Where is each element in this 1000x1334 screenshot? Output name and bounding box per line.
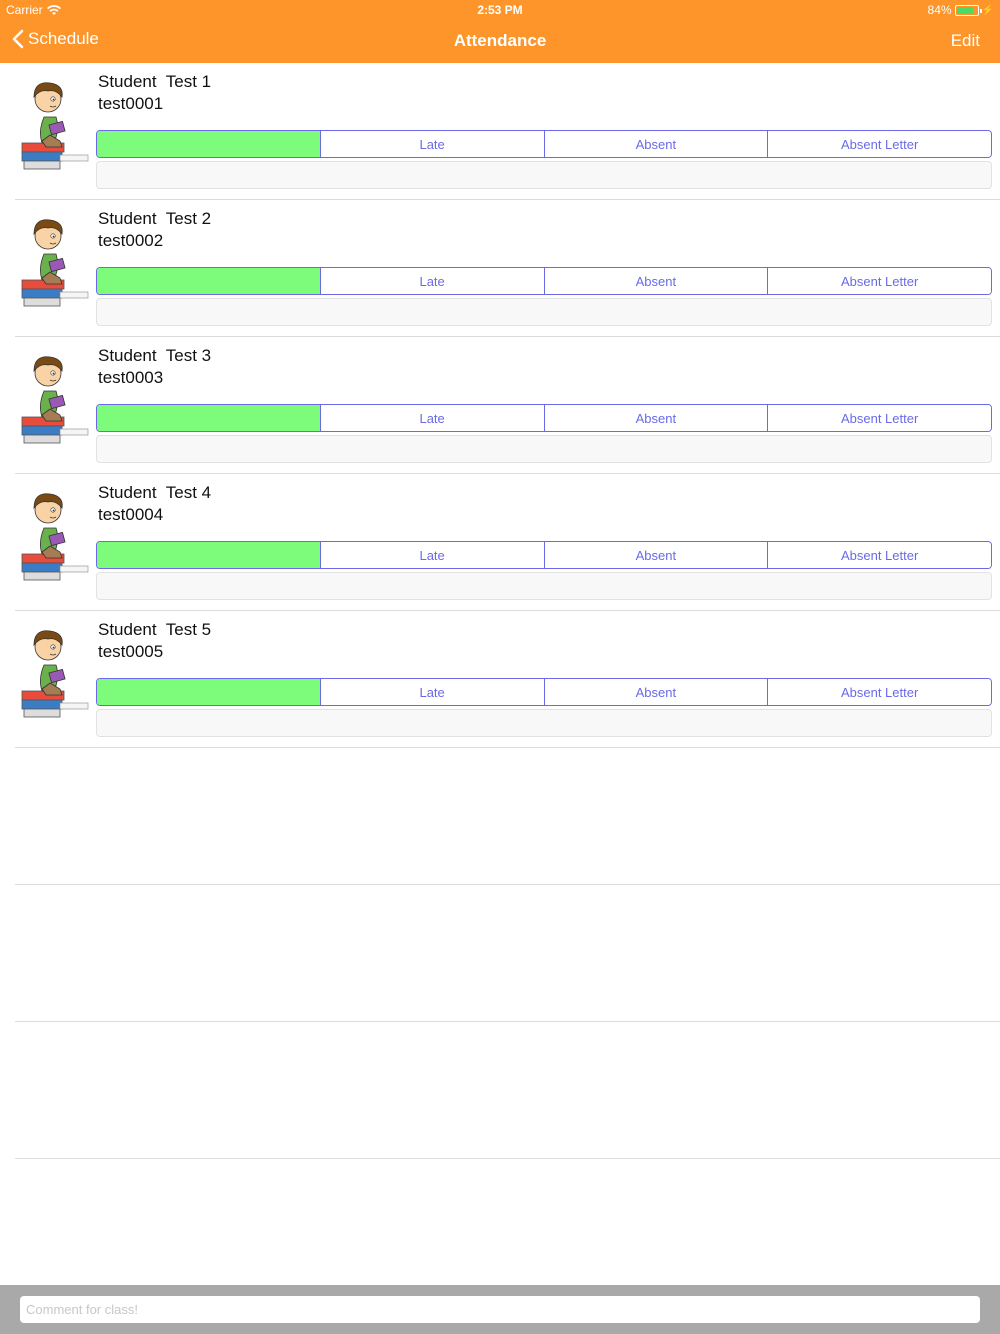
segment-late[interactable]: Late [320,131,545,157]
student-id: test0002 [98,231,164,250]
attendance-segmented-control: Late Absent Absent Letter [96,404,992,432]
segment-late[interactable]: Late [320,542,545,568]
segment-absent[interactable]: Absent [544,679,769,705]
page-title: Attendance [453,31,547,50]
attendance-segmented-control: Late Absent Absent Letter [96,130,992,158]
battery-status: 84% ⚡ [928,3,994,17]
student-avatar-icon [21,630,89,718]
segment-absent-letter[interactable]: Absent Letter [768,542,991,568]
segment-present[interactable] [97,268,321,294]
student-row: Student Test 5 test0005 Late Absent Abse… [0,611,1000,748]
student-id: test0001 [98,94,164,113]
empty-list-row [0,1022,1000,1159]
student-name: Student Test 3 [98,346,212,365]
segment-late[interactable]: Late [320,268,545,294]
student-avatar-icon [21,219,89,307]
segment-absent-letter[interactable]: Absent Letter [768,131,991,157]
student-comment-field[interactable] [96,572,992,600]
status-bar: Carrier 2:53 PM 84% ⚡ [0,0,1000,20]
student-list: Student Test 1 test0001 Late Absent Abse… [0,63,1000,1159]
student-row: Student Test 2 test0002 Late Absent Abse… [0,200,1000,337]
student-id: test0005 [98,642,164,661]
student-comment-field[interactable] [96,709,992,737]
segment-present[interactable] [97,542,321,568]
student-avatar-icon [21,356,89,444]
edit-button[interactable]: Edit [951,31,980,51]
student-avatar-icon [21,493,89,581]
segment-late[interactable]: Late [320,405,545,431]
segment-present[interactable] [97,679,321,705]
student-row: Student Test 3 test0003 Late Absent Abse… [0,337,1000,474]
student-name: Student Test 5 [98,620,212,639]
battery-percent: 84% [927,3,952,17]
segment-absent-letter[interactable]: Absent Letter [768,405,991,431]
segment-absent-letter[interactable]: Absent Letter [768,268,991,294]
segment-present[interactable] [97,405,321,431]
class-comment-bar [0,1285,1000,1334]
navigation-bar: Schedule Attendance Edit [0,20,1000,63]
student-name: Student Test 4 [98,483,212,502]
attendance-segmented-control: Late Absent Absent Letter [96,678,992,706]
segment-present[interactable] [97,131,321,157]
segment-late[interactable]: Late [320,679,545,705]
student-id: test0003 [98,368,164,387]
status-time: 2:53 PM [477,3,523,17]
student-name: Student Test 1 [98,72,212,91]
segment-absent[interactable]: Absent [544,542,769,568]
empty-list-row [0,748,1000,885]
student-comment-field[interactable] [96,161,992,189]
segment-absent[interactable]: Absent [544,405,769,431]
segment-absent[interactable]: Absent [544,268,769,294]
empty-list-row [0,885,1000,1022]
student-avatar-icon [21,82,89,170]
segment-absent-letter[interactable]: Absent Letter [768,679,991,705]
battery-icon [954,4,982,16]
student-row: Student Test 1 test0001 Late Absent Abse… [0,63,1000,200]
charging-bolt-icon: ⚡ [981,4,994,16]
app-header: Carrier 2:53 PM 84% ⚡ Schedule Attendanc… [0,0,1000,63]
segment-absent[interactable]: Absent [544,131,769,157]
attendance-segmented-control: Late Absent Absent Letter [96,267,992,295]
student-name: Student Test 2 [98,209,212,228]
student-row: Student Test 4 test0004 Late Absent Abse… [0,474,1000,611]
attendance-segmented-control: Late Absent Absent Letter [96,541,992,569]
student-comment-field[interactable] [96,298,992,326]
student-comment-field[interactable] [96,435,992,463]
class-comment-input[interactable] [20,1296,980,1323]
student-id: test0004 [98,505,164,524]
